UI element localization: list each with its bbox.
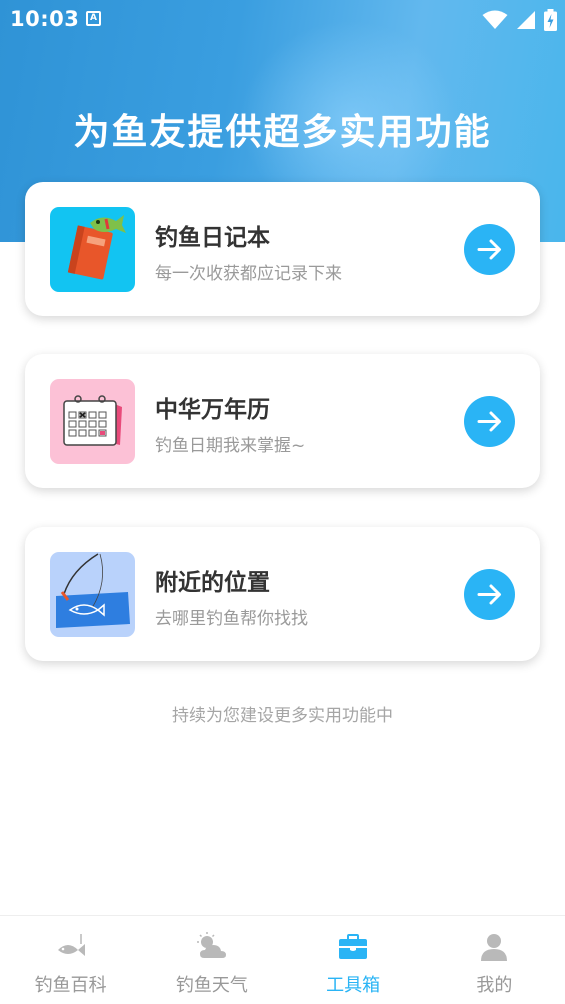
footer-note: 持续为您建设更多实用功能中 <box>172 706 393 726</box>
card-calendar[interactable]: 中华万年历 钓鱼日期我来掌握~ <box>25 354 540 488</box>
tab-label: 工具箱 <box>326 975 381 996</box>
tab-label: 钓鱼百科 <box>34 975 107 996</box>
card-title: 钓鱼日记本 <box>155 225 270 251</box>
signal-icon <box>517 11 535 29</box>
arrow-right-icon <box>477 411 501 432</box>
tab-label: 钓鱼天气 <box>175 975 248 996</box>
card-nearby-location[interactable]: 附近的位置 去哪里钓鱼帮你找找 <box>25 527 540 661</box>
status-bar: 10:03 A <box>0 0 565 38</box>
arrow-right-button[interactable] <box>464 396 515 447</box>
tab-mine[interactable]: 我的 <box>424 916 565 1004</box>
card-title: 中华万年历 <box>155 397 270 423</box>
user-icon <box>481 934 508 961</box>
arrow-right-button[interactable] <box>464 569 515 620</box>
calendar-icon <box>50 379 135 464</box>
tab-label: 我的 <box>476 975 513 996</box>
tab-toolbox[interactable]: 工具箱 <box>283 916 424 1004</box>
toolbox-icon <box>339 934 368 959</box>
hero-title: 为鱼友提供超多实用功能 <box>73 112 492 153</box>
fish-icon <box>57 934 85 956</box>
card-subtitle: 钓鱼日期我来掌握~ <box>155 436 306 456</box>
tab-fishing-encyclopedia[interactable]: 钓鱼百科 <box>0 916 141 1004</box>
battery-icon <box>544 9 557 31</box>
weather-icon <box>196 932 226 958</box>
screen: 10:03 A 为鱼友提供超多实用功能 钓鱼日记本 每一次收获都应记录下来 中华… <box>0 0 565 1004</box>
fishing-spot-icon <box>50 552 135 637</box>
card-fishing-diary[interactable]: 钓鱼日记本 每一次收获都应记录下来 <box>25 182 540 316</box>
status-icons <box>482 9 557 31</box>
notification-a-icon: A <box>86 11 101 26</box>
wifi-icon <box>482 10 508 29</box>
bottom-tab-bar: 钓鱼百科 钓鱼天气 工具箱 我的 <box>0 915 565 1004</box>
card-title: 附近的位置 <box>155 570 270 596</box>
tab-fishing-weather[interactable]: 钓鱼天气 <box>141 916 282 1004</box>
card-subtitle: 去哪里钓鱼帮你找找 <box>155 609 308 629</box>
notebook-icon <box>50 207 135 292</box>
arrow-right-icon <box>477 584 501 605</box>
arrow-right-icon <box>477 239 501 260</box>
arrow-right-button[interactable] <box>464 224 515 275</box>
card-subtitle: 每一次收获都应记录下来 <box>155 264 342 284</box>
status-time: 10:03 <box>10 7 80 31</box>
